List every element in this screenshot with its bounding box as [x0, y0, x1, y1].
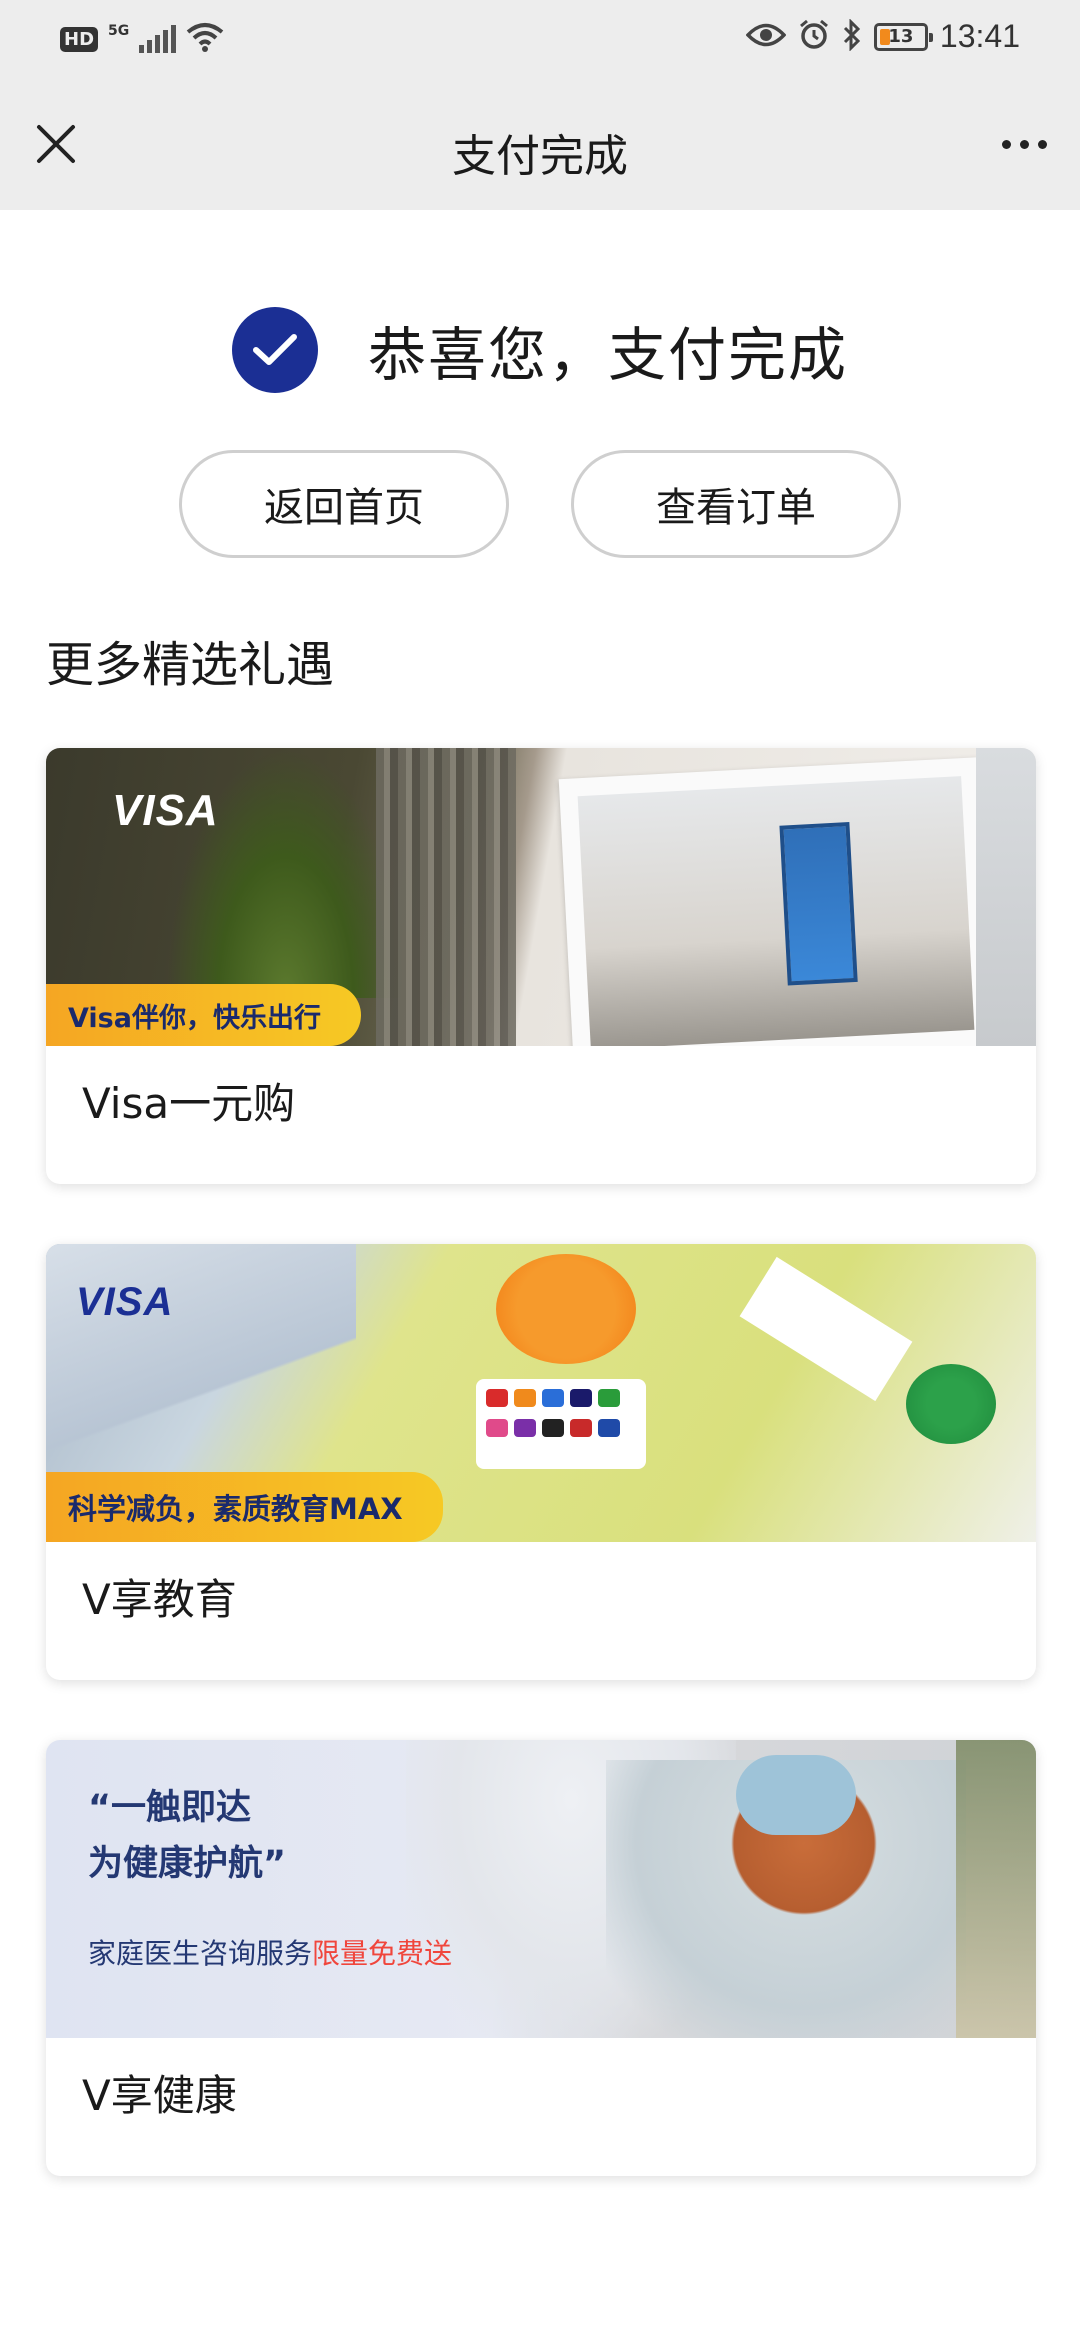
network-type: 5G: [108, 23, 130, 39]
signal-icon: [139, 25, 177, 53]
view-order-button[interactable]: 查看订单: [571, 450, 901, 558]
alarm-icon: [798, 19, 830, 55]
hd-badge: HD: [60, 26, 99, 52]
success-message: 恭喜您，支付完成: [367, 321, 848, 389]
paint-tray-image: [476, 1379, 646, 1469]
subtext-highlight: 限量免费送: [312, 1937, 453, 1970]
nav-bar: 支付完成: [0, 80, 1080, 210]
subtext-normal: 家庭医生咨询服务: [88, 1937, 313, 1970]
eye-icon: [745, 22, 787, 52]
phone-booth-image: [779, 822, 858, 986]
offer-card-visa-purchase[interactable]: VISA Visa伴你，快乐出行 Visa一元购: [46, 748, 1036, 1184]
quote-line-2: 为健康护航”: [88, 1844, 287, 1884]
card-title: V享健康: [82, 2071, 237, 2120]
visa-logo: VISA: [112, 786, 219, 835]
banner-quote: “一触即达 为健康护航”: [88, 1780, 286, 1892]
bluetooth-icon: [842, 17, 862, 55]
battery-icon: 13: [873, 22, 933, 51]
more-dot: [1001, 139, 1011, 149]
wifi-icon: [186, 22, 224, 56]
check-circle-icon: [231, 307, 318, 393]
banner-subtext: 家庭医生咨询服务限量免费送: [88, 1932, 452, 1972]
status-time: 13:41: [939, 18, 1020, 54]
section-title: 更多精选礼遇: [46, 637, 335, 693]
watercolor-palette-image: [739, 1256, 913, 1402]
back-home-button[interactable]: 返回首页: [179, 450, 509, 558]
promo-tag: 科学减负，素质教育MAX: [46, 1472, 443, 1542]
offer-card-education[interactable]: VISA 科学减负，素质教育MAX V享教育: [46, 1244, 1036, 1680]
offer-card-health[interactable]: “一触即达 为健康护航” 家庭医生咨询服务限量免费送 V享健康: [46, 1740, 1036, 2176]
card-title: V享教育: [82, 1575, 237, 1624]
toy-image: [906, 1364, 996, 1444]
orange-bowl-image: [496, 1254, 636, 1364]
success-header: 恭喜您，支付完成: [0, 300, 1080, 400]
face-mask-image: [736, 1755, 856, 1835]
child-arm-image: [46, 1244, 356, 1474]
status-bar: HD 5G 13 13:41: [0, 0, 1080, 80]
photo-print: [558, 757, 994, 1046]
plant-image: [956, 1740, 1036, 2038]
card-banner-image: VISA Visa伴你，快乐出行: [46, 748, 1036, 1046]
visa-logo: VISA: [76, 1280, 174, 1324]
wood-texture: [376, 748, 516, 1046]
more-dot: [1019, 139, 1029, 149]
photo-corner: [976, 748, 1036, 1046]
card-banner-image: VISA 科学减负，素质教育MAX: [46, 1244, 1036, 1542]
page-title: 支付完成: [452, 131, 628, 182]
card-title: Visa一元购: [82, 1079, 296, 1128]
action-buttons: 返回首页 查看订单: [0, 450, 1080, 558]
more-dot: [1037, 139, 1047, 149]
quote-line-1: “一触即达: [88, 1788, 252, 1828]
card-banner-image: “一触即达 为健康护航” 家庭医生咨询服务限量免费送: [46, 1740, 1036, 2038]
more-button[interactable]: [994, 124, 1054, 164]
promo-tag: Visa伴你，快乐出行: [46, 984, 361, 1046]
